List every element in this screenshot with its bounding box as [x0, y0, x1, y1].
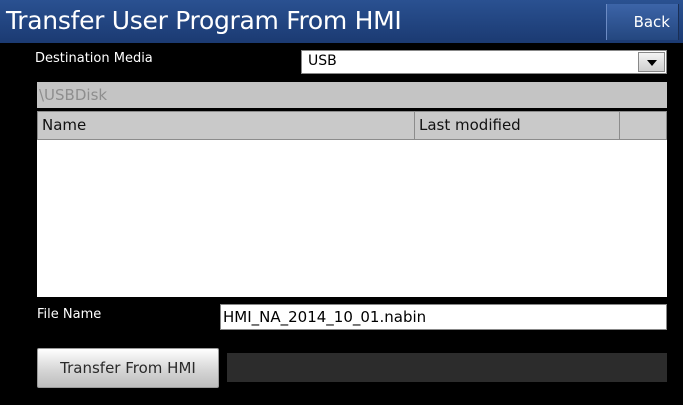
file-name-input[interactable]: HMI_NA_2014_10_01.nabin	[220, 304, 667, 330]
destination-media-dropdown[interactable]: USB	[301, 50, 667, 74]
chevron-down-icon[interactable]	[638, 52, 665, 72]
title-bar: Transfer User Program From HMI Back	[0, 0, 683, 43]
file-list-header: Name Last modified	[37, 111, 667, 140]
column-header-extra	[620, 112, 666, 139]
destination-media-label: Destination Media	[35, 51, 153, 66]
page-title: Transfer User Program From HMI	[6, 6, 402, 35]
destination-media-value: USB	[308, 53, 337, 69]
transfer-from-hmi-button[interactable]: Transfer From HMI	[37, 348, 219, 388]
file-name-label: File Name	[37, 307, 102, 322]
column-header-last-modified[interactable]: Last modified	[415, 112, 620, 139]
column-header-name[interactable]: Name	[38, 112, 415, 139]
current-path: \USBDisk	[37, 82, 667, 108]
file-list[interactable]: Name Last modified	[37, 111, 667, 297]
transfer-progress-bar	[227, 353, 667, 382]
back-button[interactable]: Back	[606, 4, 679, 40]
